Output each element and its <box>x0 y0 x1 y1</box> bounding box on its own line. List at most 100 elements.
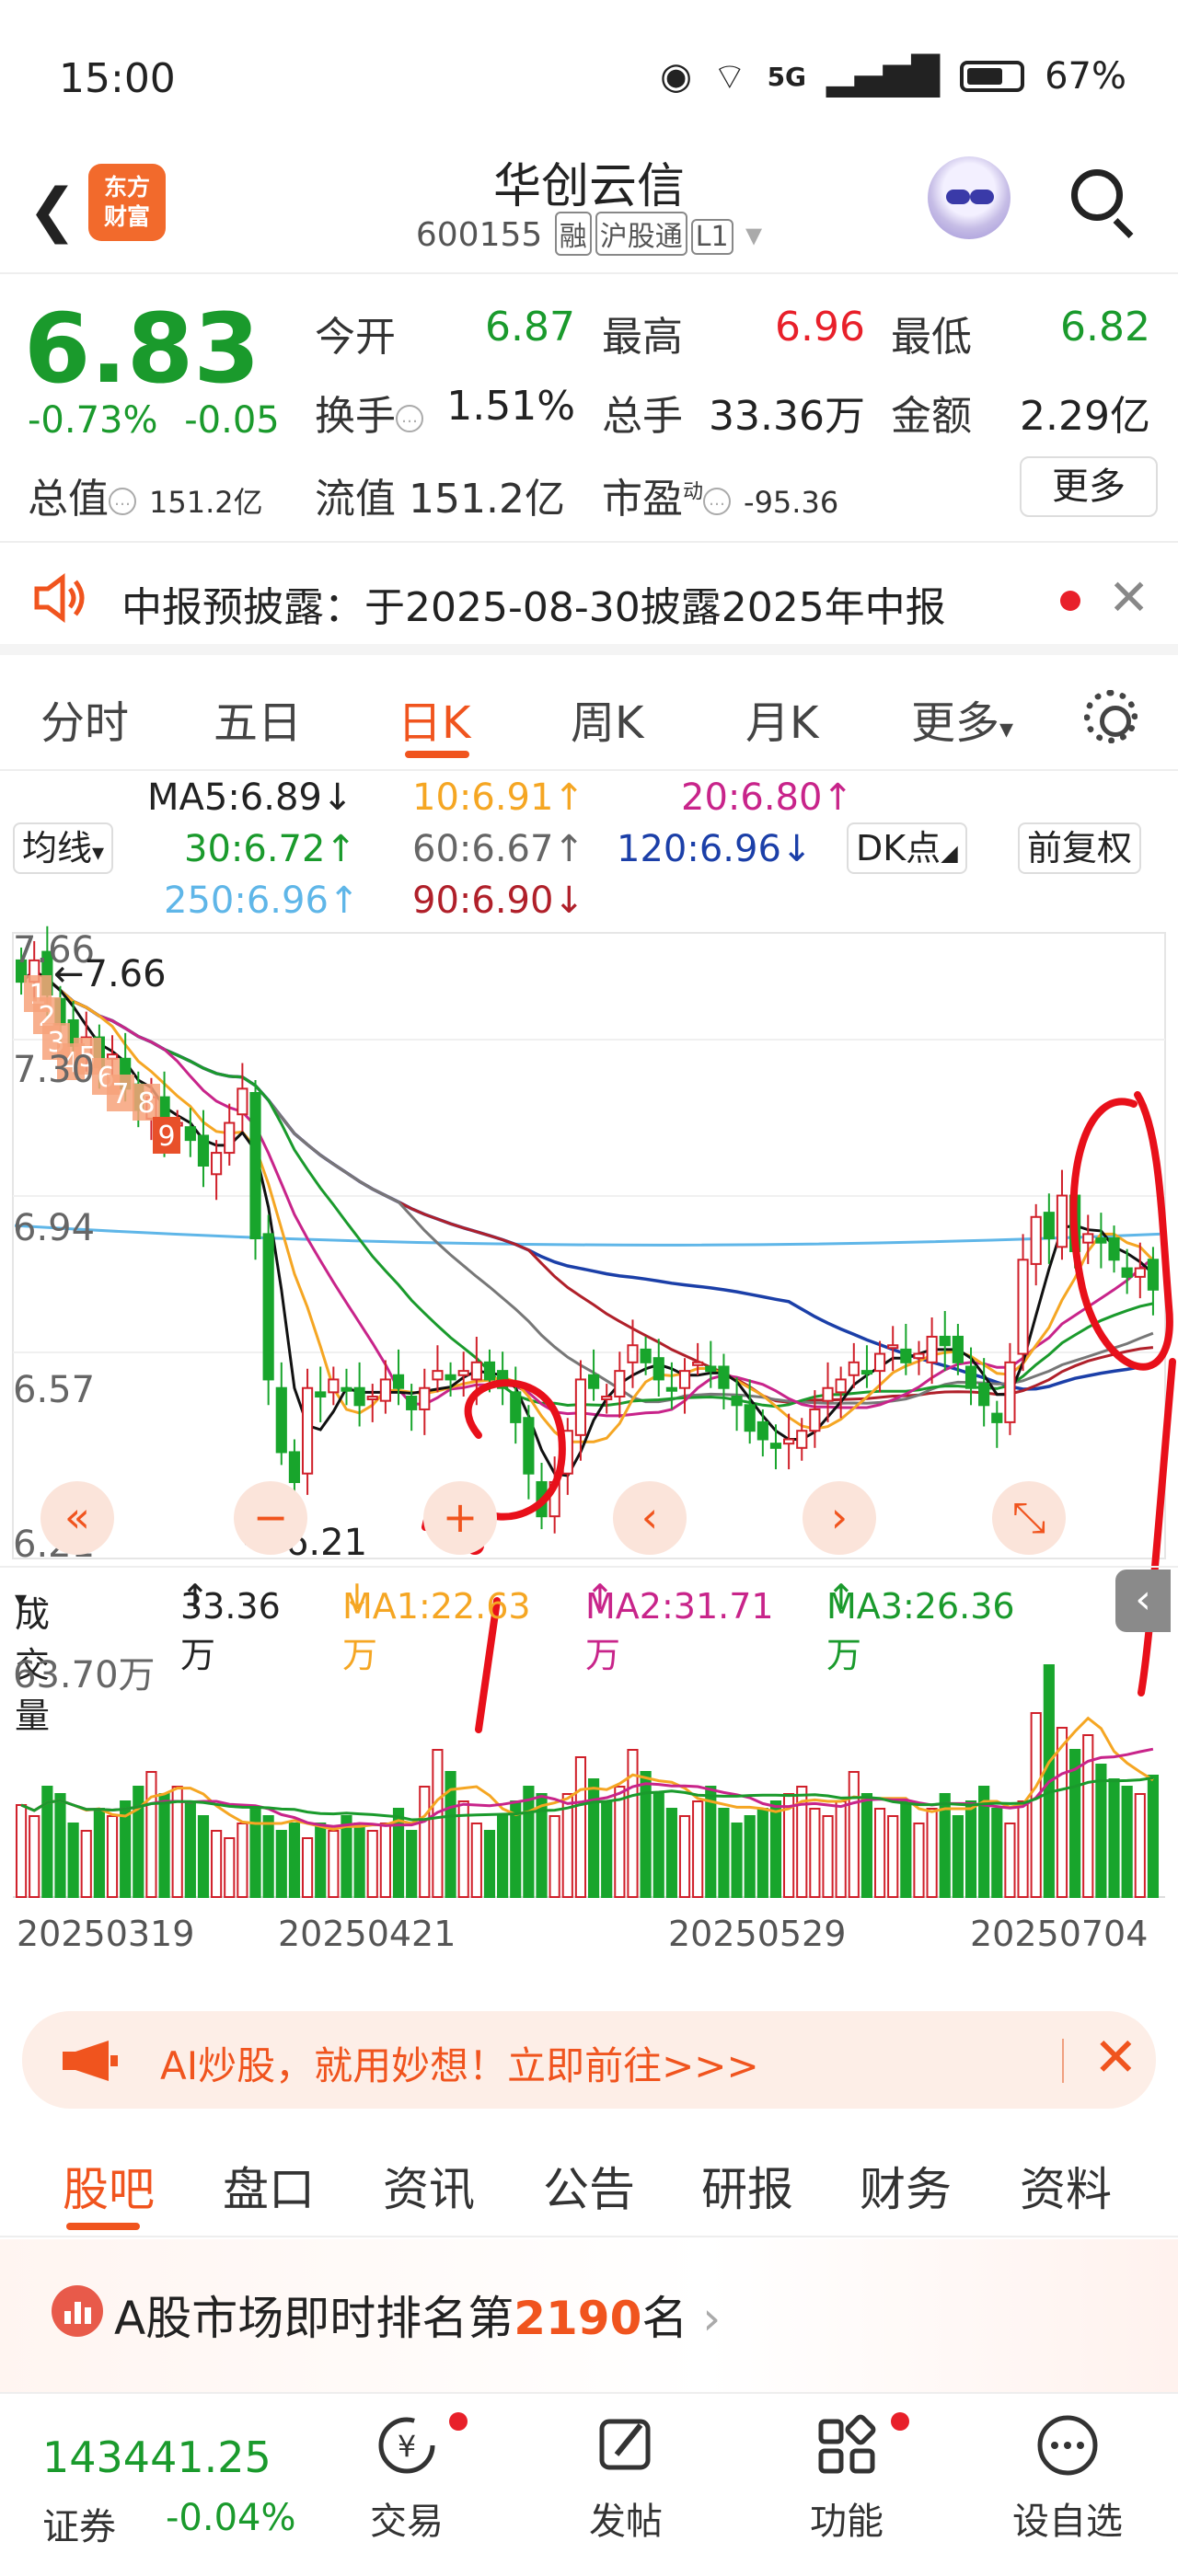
pe-label: 市盈动… -95.36 <box>602 466 838 524</box>
dropdown-triangle-icon: ▾ <box>999 713 1014 745</box>
volume-bar <box>1121 1786 1133 1898</box>
nav-watchlist[interactable]: 设自选 <box>994 2412 1141 2545</box>
notice-text: 中报预披露：于2025-08-30披露2025年中报 <box>121 584 946 631</box>
candle-body <box>224 1121 236 1155</box>
scroll-right-icon[interactable]: › <box>803 1481 876 1555</box>
tab-weekly-k[interactable]: 周K <box>571 686 643 751</box>
tab-five-day[interactable]: 五日 <box>214 686 302 751</box>
active-tab-underline <box>405 751 469 758</box>
volume-max-label: 63.70万 <box>13 1654 156 1696</box>
candle-body <box>744 1404 756 1432</box>
candle-body <box>406 1396 418 1410</box>
volume-bar <box>653 1793 664 1898</box>
volume-bar <box>952 1815 964 1898</box>
volume-bar <box>184 1800 196 1898</box>
collapse-panel-icon[interactable]: ‹ <box>1115 1570 1171 1632</box>
volume-bar <box>1108 1778 1120 1898</box>
tab-news[interactable]: 资讯 <box>383 2153 475 2219</box>
tab-orderbook[interactable]: 盘口 <box>223 2153 315 2219</box>
candle-body <box>873 1352 886 1373</box>
zoom-out-full-icon[interactable]: « <box>40 1481 114 1555</box>
tab-intraday[interactable]: 分时 <box>40 686 129 751</box>
candle-body <box>913 1352 925 1360</box>
close-icon[interactable]: ✕ <box>1093 2026 1138 2088</box>
high-marker: ←7.66 <box>53 953 167 995</box>
robot-avatar-icon[interactable] <box>928 156 1011 239</box>
tab-announcements[interactable]: 公告 <box>543 2153 635 2219</box>
status-time: 15:00 <box>59 55 176 102</box>
zoom-out-icon[interactable]: − <box>234 1481 307 1555</box>
notice-bar[interactable]: 中报预披露：于2025-08-30披露2025年中报 ✕ <box>0 543 1178 655</box>
ma250-line <box>14 1224 1161 1247</box>
nav-functions[interactable]: 功能 <box>773 2412 920 2545</box>
info-icon[interactable]: … <box>396 405 423 432</box>
kline-chart[interactable]: 123456789 7.66 7.30 6.94 6.57 6.21 ←7.66… <box>0 920 1178 1950</box>
battery-percent: 67% <box>1045 55 1126 98</box>
tab-more[interactable]: 更多▾ <box>911 686 1013 751</box>
candle-body <box>665 1386 677 1392</box>
volume-bar <box>262 1815 274 1898</box>
volume-bar <box>366 1830 378 1898</box>
tab-forum[interactable]: 股吧 <box>63 2153 155 2219</box>
ma90-legend: 90:6.90↓ <box>412 880 584 922</box>
adjust-selector[interactable]: 前复权 <box>1018 822 1142 874</box>
vol-ma3: MA3:26.36万 ↑ <box>826 1577 1015 1675</box>
tab-profile[interactable]: 资料 <box>1020 2153 1112 2219</box>
tab-finance[interactable]: 财务 <box>860 2153 952 2219</box>
zoom-in-icon[interactable]: + <box>423 1481 497 1555</box>
info-icon[interactable]: … <box>109 488 136 515</box>
divider <box>1062 2039 1064 2083</box>
candle-body <box>1108 1237 1120 1261</box>
volume-bar <box>665 1808 677 1898</box>
nav-post[interactable]: 发帖 <box>552 2412 699 2545</box>
ma30-line <box>20 969 1154 1409</box>
candle-body <box>900 1348 912 1363</box>
candle-body <box>237 1087 248 1116</box>
candle-body <box>1147 1259 1160 1291</box>
volume-bar <box>835 1800 847 1898</box>
candle-body <box>457 1370 469 1376</box>
fullscreen-icon[interactable]: ⤡ <box>992 1481 1066 1555</box>
ylabel-3: 6.94 <box>13 1207 96 1249</box>
nav-trade[interactable]: ¥ 交易 <box>333 2412 480 2545</box>
tab-research[interactable]: 研报 <box>701 2153 793 2219</box>
content-tabs: 股吧 盘口 资讯 公告 研报 财务 资料 <box>0 2131 1178 2237</box>
stock-code: 600155 <box>415 216 543 254</box>
ma120-legend: 120:6.96↓ <box>617 828 813 870</box>
tab-daily-k[interactable]: 日K <box>398 686 470 751</box>
ma5-legend: MA5:6.89↓ <box>147 776 353 819</box>
search-icon[interactable] <box>1068 166 1134 238</box>
volume-bar <box>587 1778 600 1898</box>
vol-ma3-text: MA3:26.36万 <box>826 1586 1015 1675</box>
candle-body <box>887 1344 899 1350</box>
candle-body <box>939 1335 951 1347</box>
candle-body <box>835 1378 847 1394</box>
settings-gear-icon[interactable] <box>1084 690 1138 743</box>
close-icon[interactable]: ✕ <box>1108 569 1149 627</box>
index-value[interactable]: 143441.25 <box>42 2432 271 2482</box>
event-marker-label: 7 <box>111 1078 129 1110</box>
dk-point-selector[interactable]: DK点◢ <box>847 822 967 874</box>
ma5-text: MA5:6.89 <box>147 776 322 819</box>
mktcap-label-text: 总值 <box>28 476 109 523</box>
candle-body <box>1043 1212 1055 1240</box>
ma60-legend: 60:6.67↑ <box>412 828 584 870</box>
candle-body <box>756 1420 768 1441</box>
kline-svg[interactable]: 1234567 89 <box>0 920 1178 1950</box>
market-rank-banner[interactable]: A股市场即时排名第2190名 › <box>0 2239 1178 2392</box>
volume-bar <box>860 1793 873 1898</box>
candle-body <box>470 1361 482 1381</box>
tab-monthly-k[interactable]: 月K <box>745 686 818 751</box>
volume-bar <box>887 1815 899 1898</box>
megaphone-icon <box>63 2041 118 2081</box>
turnover-label: 换手… <box>315 383 423 442</box>
scroll-left-icon[interactable]: ‹ <box>613 1481 687 1555</box>
pe-value: -95.36 <box>744 485 839 520</box>
info-icon[interactable]: … <box>703 488 732 515</box>
volume-text: 33.36万 <box>180 1586 281 1675</box>
candle-body <box>379 1378 391 1402</box>
more-button[interactable]: 更多 <box>1020 456 1158 517</box>
ai-promo-banner[interactable]: AI炒股，就用妙想！立即前往>>> ✕ <box>22 2011 1156 2109</box>
candle-body <box>483 1361 496 1381</box>
ma-selector[interactable]: 均线▾ <box>13 822 114 874</box>
